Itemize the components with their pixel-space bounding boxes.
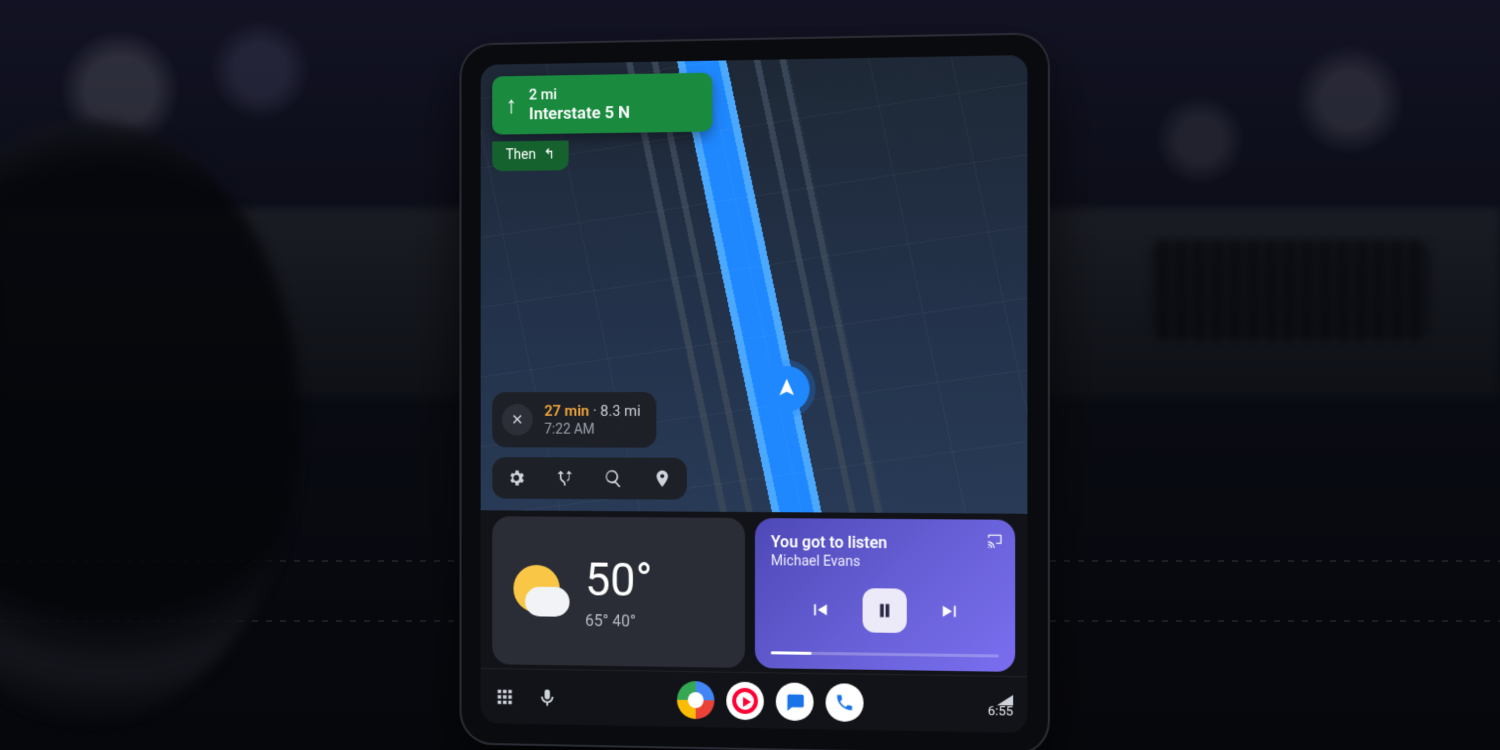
navigation-map[interactable]: ↑ 2 mi Interstate 5 N Then ↰ ✕	[481, 55, 1028, 514]
media-controls	[771, 587, 999, 634]
eta-separator: ·	[589, 402, 600, 420]
temperature-high-low: 65° 40°	[585, 611, 652, 631]
close-navigation-button[interactable]: ✕	[502, 404, 533, 436]
playback-progress[interactable]	[771, 651, 999, 657]
arrow-left-turn-icon: ↰	[544, 147, 555, 163]
weather-card[interactable]: 50° 65° 40°	[492, 516, 745, 668]
playback-progress-fill	[771, 651, 812, 655]
play-pause-button[interactable]	[862, 588, 906, 633]
then-label: Then	[506, 147, 536, 163]
eta-summary: 27 min · 8.3 mi	[544, 402, 640, 420]
signal-icon	[997, 690, 1013, 702]
direction-banner[interactable]: ↑ 2 mi Interstate 5 N	[492, 73, 712, 135]
next-track-button[interactable]	[937, 598, 963, 625]
map-toolbar	[492, 457, 687, 500]
next-step-banner[interactable]: Then ↰	[492, 141, 568, 172]
air-vent	[1150, 240, 1430, 340]
partly-cloudy-icon	[508, 559, 570, 623]
messages-app-button[interactable]	[776, 682, 814, 721]
track-title: You got to listen	[771, 532, 999, 553]
track-artist: Michael Evans	[771, 553, 999, 571]
direction-road: Interstate 5 N	[529, 103, 630, 124]
arrow-straight-icon: ↑	[506, 91, 518, 120]
system-bar: 6:55	[481, 668, 1028, 733]
eta-distance: 8.3 mi	[600, 402, 640, 420]
voice-assistant-button[interactable]	[537, 686, 558, 708]
maps-app-button[interactable]	[677, 680, 714, 719]
infotainment-tablet: ↑ 2 mi Interstate 5 N Then ↰ ✕	[460, 32, 1050, 750]
phone-app-button[interactable]	[826, 683, 864, 722]
widget-row: 50° 65° 40° You got to listen	[481, 516, 1028, 672]
clock: 6:55	[988, 703, 1014, 719]
cast-icon	[987, 532, 1003, 548]
current-temperature: 50°	[585, 553, 652, 607]
media-card[interactable]: You got to listen Michael Evans	[755, 518, 1015, 672]
temperature-high: 65°	[585, 611, 608, 630]
youtube-music-app-button[interactable]	[727, 681, 765, 720]
recenter-button[interactable]	[652, 468, 674, 490]
direction-distance: 2 mi	[529, 84, 630, 103]
settings-button[interactable]	[506, 467, 527, 489]
previous-track-button[interactable]	[806, 597, 832, 623]
eta-arrival-time: 7:22 AM	[544, 422, 640, 438]
temperature-low: 40°	[612, 611, 635, 630]
app-launcher-button[interactable]	[494, 685, 515, 707]
alternate-routes-button[interactable]	[554, 467, 575, 489]
search-button[interactable]	[603, 467, 624, 489]
eta-card[interactable]: ✕ 27 min · 8.3 mi 7:22 AM	[492, 392, 656, 448]
eta-duration: 27 min	[544, 402, 589, 420]
car-interior-scene: ↑ 2 mi Interstate 5 N Then ↰ ✕	[0, 0, 1500, 750]
vehicle-location-marker	[764, 366, 810, 412]
screen: ↑ 2 mi Interstate 5 N Then ↰ ✕	[481, 55, 1028, 733]
content-area: ↑ 2 mi Interstate 5 N Then ↰ ✕	[481, 55, 1028, 676]
